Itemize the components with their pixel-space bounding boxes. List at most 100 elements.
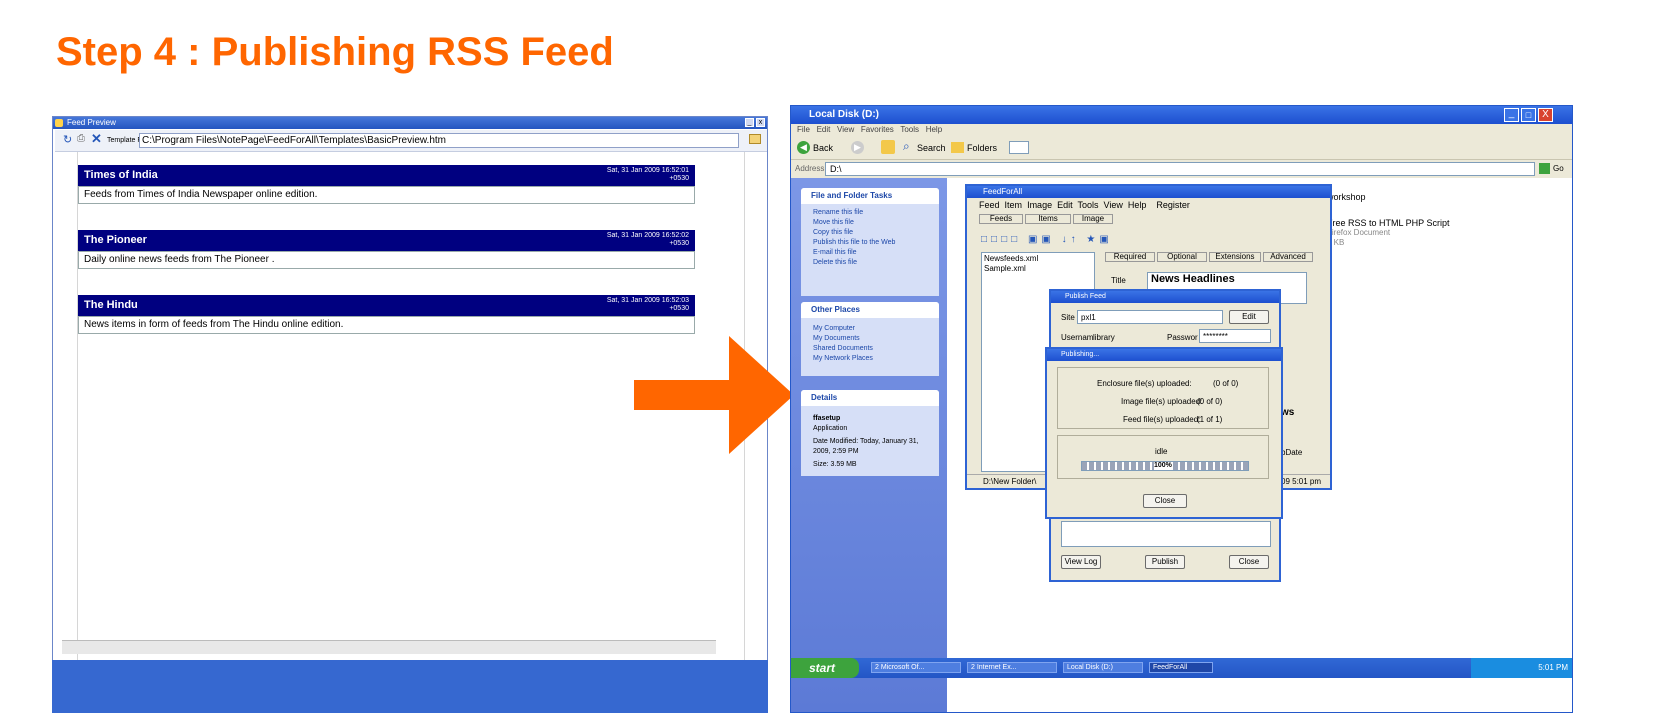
menu-feed[interactable]: Feed [979,200,1000,210]
close-icon[interactable]: ✕ [91,131,102,147]
partial-text: ws [1281,407,1295,418]
panel-title: Details [801,390,939,406]
menu-help[interactable]: Help [926,125,942,134]
feed-date: Sat, 31 Jan 2009 16:52:03 +0530 [606,297,689,312]
back-button[interactable]: Back [813,143,833,153]
feed-description: News items in form of feeds from The Hin… [78,316,695,334]
place-my-computer[interactable]: My Computer [801,324,939,334]
edit-button[interactable]: Edit [1229,310,1269,324]
close-button[interactable]: x [756,118,765,127]
title-label: Title [1111,276,1126,285]
taskbar: start 2 Microsoft Of... 2 Internet Ex...… [791,658,1572,678]
feed-title: The Pioneer [84,234,147,246]
tab-optional[interactable]: Optional [1157,252,1207,262]
task-rename[interactable]: Rename this file [801,208,939,218]
folders-button[interactable]: Folders [967,143,997,153]
place-shared-documents[interactable]: Shared Documents [801,344,939,354]
task-delete[interactable]: Delete this file [801,258,939,268]
place-my-documents[interactable]: My Documents [801,334,939,344]
image-value: (0 of 0) [1197,397,1223,406]
close-button[interactable]: Close [1143,494,1187,508]
feed-title-bar: The Pioneer Sat, 31 Jan 2009 16:52:02 +05… [78,230,695,251]
menu-edit[interactable]: Edit [817,125,831,134]
taskbar [52,660,768,713]
site-label: Site [1061,313,1075,322]
refresh-icon[interactable]: ↻ [63,133,72,146]
menu-view[interactable]: View [837,125,854,134]
dialog-title: Publish Feed [1065,293,1106,300]
maximize-button[interactable]: □ [1521,108,1536,122]
toolbar: ◀ Back ▶ ⌕ Search Folders [791,136,1572,160]
back-icon[interactable]: ◀ [797,141,810,154]
task-publish-web[interactable]: Publish this file to the Web [801,238,939,248]
print-icon[interactable]: ⎙ [77,133,85,144]
username-value: library [1093,333,1115,342]
file-item[interactable]: workshop [1327,192,1366,202]
go-button[interactable]: Go [1553,160,1564,178]
feed-date: Sat, 31 Jan 2009 16:52:02 +0530 [606,232,689,247]
template-path-field[interactable]: C:\Program Files\NotePage\FeedForAll\Tem… [139,133,739,148]
menu-view[interactable]: View [1103,200,1122,210]
menu-help[interactable]: Help [1128,200,1147,210]
taskbar-item[interactable]: 2 Internet Ex... [967,662,1057,673]
folder-icon[interactable] [749,134,761,144]
list-item[interactable]: Sample.xml [984,264,1092,274]
status-group [1057,435,1269,479]
task-email[interactable]: E-mail this file [801,248,939,258]
address-field[interactable]: D:\ [825,162,1535,176]
list-item[interactable]: Newsfeeds.xml [984,254,1092,264]
tab-extensions[interactable]: Extensions [1209,252,1261,262]
menu-register[interactable]: Register [1156,200,1190,210]
view-log-button[interactable]: View Log [1061,555,1101,569]
status-time: 09 5:01 pm [1281,477,1322,486]
feedforall-titlebar: FeedForAll [967,186,1330,198]
tab-advanced[interactable]: Advanced [1263,252,1313,262]
place-my-network-places[interactable]: My Network Places [801,354,939,364]
username-label: Usernam [1061,333,1094,342]
views-icon[interactable] [1009,141,1029,154]
tab-image[interactable]: Image [1073,214,1113,224]
menu-item[interactable]: Item [1005,200,1023,210]
taskbar-item[interactable]: 2 Microsoft Of... [871,662,961,673]
task-copy[interactable]: Copy this file [801,228,939,238]
tab-required[interactable]: Required [1105,252,1155,262]
status-text: idle [1155,447,1168,456]
minimize-button[interactable]: _ [1504,108,1519,122]
site-select[interactable]: pxl1 [1077,310,1223,324]
search-icon[interactable]: ⌕ [903,139,910,154]
minimize-button[interactable]: _ [745,118,754,127]
slide-title: Step 4 : Publishing RSS Feed [56,30,614,74]
menu-tools[interactable]: Tools [1077,200,1098,210]
start-button[interactable]: start [791,658,859,678]
up-folder-icon[interactable] [881,140,895,154]
folders-icon[interactable] [951,142,964,153]
close-button[interactable]: X [1538,108,1553,122]
feed-title: Times of India [84,169,158,181]
publish-button[interactable]: Publish [1145,555,1185,569]
password-field[interactable]: ******** [1199,329,1271,343]
tab-items[interactable]: Items [1025,214,1071,224]
menu-file[interactable]: File [797,125,810,134]
menu-favorites[interactable]: Favorites [861,125,894,134]
search-button[interactable]: Search [917,143,946,153]
explorer-titlebar: Local Disk (D:) [791,106,1572,124]
app-icon [55,119,63,127]
menu-tools[interactable]: Tools [900,125,919,134]
file-item[interactable]: Free RSS to HTML PHP Script [1327,218,1450,228]
task-move[interactable]: Move this file [801,218,939,228]
taskbar-item[interactable]: FeedForAll [1149,662,1213,673]
close-button[interactable]: Close [1229,555,1269,569]
tab-feeds[interactable]: Feeds [979,214,1023,224]
forward-icon[interactable]: ▶ [851,141,864,154]
toolbar-icons: □□□□ ▣▣ ↓↑ ★▣ [981,234,1113,245]
enclosure-label: Enclosure file(s) uploaded: [1097,379,1192,388]
file-folder-tasks-panel: File and Folder Tasks Rename this file M… [801,188,939,296]
feed-label: Feed file(s) uploaded: [1123,415,1201,424]
go-icon[interactable] [1539,163,1550,174]
file-type: Firefox Document [1327,228,1391,237]
menu-image[interactable]: Image [1027,200,1052,210]
menu-edit[interactable]: Edit [1057,200,1073,210]
taskbar-item[interactable]: Local Disk (D:) [1063,662,1143,673]
window-title: Feed Preview [67,118,116,127]
status-path: D:\New Folder\ [983,477,1037,486]
